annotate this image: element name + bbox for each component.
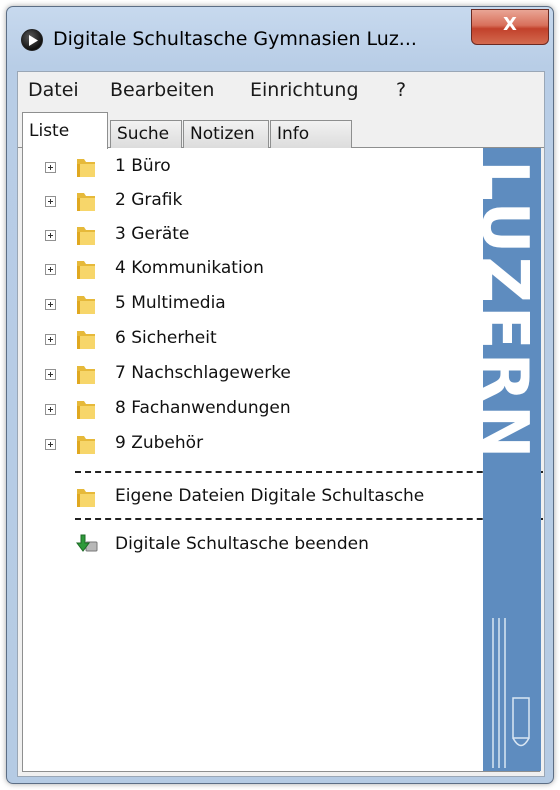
- folder-icon: [77, 159, 95, 177]
- folder-icon: [77, 436, 95, 454]
- client-area: Datei Bearbeiten Einrichtung ? Liste Suc…: [17, 71, 545, 777]
- menu-datei[interactable]: Datei: [28, 79, 79, 101]
- folder-icon: [77, 401, 95, 419]
- tree-item-label: 1 Büro: [115, 156, 171, 176]
- menu-bearbeiten[interactable]: Bearbeiten: [110, 79, 214, 101]
- luzern-logo: LUZERN: [483, 148, 541, 771]
- own-files-item[interactable]: Eigene Dateien Digitale Schultasche: [23, 482, 463, 512]
- folder-icon: [77, 331, 95, 349]
- tree-item-fachanwendungen[interactable]: 8 Fachanwendungen: [23, 394, 463, 424]
- exit-item[interactable]: Digitale Schultasche beenden: [23, 530, 463, 560]
- tree-item-label: 9 Zubehör: [115, 433, 204, 453]
- menu-help[interactable]: ?: [396, 79, 406, 101]
- tree-item-nachschlagewerke[interactable]: 7 Nachschlagewerke: [23, 359, 463, 389]
- tree-item-label: 6 Sicherheit: [115, 328, 217, 348]
- folder-icon: [77, 227, 95, 245]
- tree-item-zubehoer[interactable]: 9 Zubehör: [23, 429, 463, 459]
- tree-item-geraete[interactable]: 3 Geräte: [23, 220, 463, 250]
- tab-strip: Liste Suche Notizen Info: [18, 110, 544, 149]
- expand-icon[interactable]: [45, 369, 56, 380]
- menu-einrichtung[interactable]: Einrichtung: [250, 79, 359, 101]
- exit-label: Digitale Schultasche beenden: [115, 534, 369, 554]
- tree-item-label: 8 Fachanwendungen: [115, 398, 291, 418]
- expand-icon[interactable]: [45, 299, 56, 310]
- tab-notizen[interactable]: Notizen: [183, 120, 269, 148]
- close-button[interactable]: X: [471, 9, 549, 45]
- title-bar[interactable]: Digitale Schultasche Gymnasien Luz... X: [7, 7, 553, 63]
- tab-info[interactable]: Info: [270, 120, 352, 148]
- folder-icon: [77, 366, 95, 384]
- expand-icon[interactable]: [45, 334, 56, 345]
- expand-icon[interactable]: [45, 264, 56, 275]
- folder-icon: [77, 261, 95, 279]
- expand-icon[interactable]: [45, 162, 56, 173]
- tree-item-multimedia[interactable]: 5 Multimedia: [23, 289, 463, 319]
- window-title: Digitale Schultasche Gymnasien Luz...: [53, 28, 417, 50]
- close-icon: X: [503, 14, 517, 35]
- app-window: Digitale Schultasche Gymnasien Luz... X …: [6, 6, 554, 784]
- folder-icon: [77, 296, 95, 314]
- app-icon[interactable]: [21, 29, 43, 51]
- tree-item-buero[interactable]: 1 Büro: [23, 152, 463, 182]
- tab-suche[interactable]: Suche: [110, 120, 182, 148]
- tree-item-label: 7 Nachschlagewerke: [115, 363, 291, 383]
- tree-item-sicherheit[interactable]: 6 Sicherheit: [23, 324, 463, 354]
- separator-bottom: [75, 518, 543, 520]
- separator-top: [75, 471, 543, 473]
- folder-icon: [77, 489, 95, 507]
- logo-text: LUZERN: [483, 160, 541, 462]
- expand-icon[interactable]: [45, 230, 56, 241]
- menu-bar: Datei Bearbeiten Einrichtung ?: [18, 72, 544, 110]
- tree-item-label: 5 Multimedia: [115, 293, 226, 313]
- tree-item-kommunikation[interactable]: 4 Kommunikation: [23, 254, 463, 284]
- folder-icon: [77, 193, 95, 211]
- tree-item-grafik[interactable]: 2 Grafik: [23, 186, 463, 216]
- own-files-label: Eigene Dateien Digitale Schultasche: [115, 486, 425, 506]
- tree-item-label: 3 Geräte: [115, 224, 190, 244]
- category-tree: 1 Büro 2 Grafik 3 Geräte 4 Kommunikation: [23, 148, 543, 771]
- tab-liste[interactable]: Liste: [22, 112, 108, 149]
- expand-icon[interactable]: [45, 439, 56, 450]
- exit-icon: [76, 534, 98, 552]
- expand-icon[interactable]: [45, 404, 56, 415]
- logo-emblem: [492, 618, 530, 768]
- expand-icon[interactable]: [45, 196, 56, 207]
- tree-item-label: 4 Kommunikation: [115, 258, 264, 278]
- list-panel: 1 Büro 2 Grafik 3 Geräte 4 Kommunikation: [22, 148, 543, 772]
- tree-item-label: 2 Grafik: [115, 190, 183, 210]
